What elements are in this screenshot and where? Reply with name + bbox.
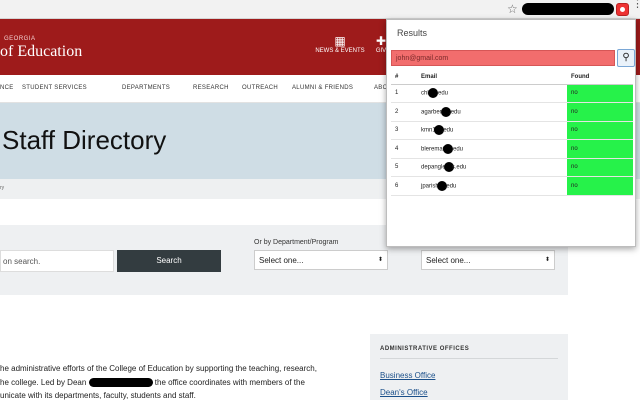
calendar-icon: ▦ — [334, 34, 346, 48]
email-input[interactable]: john@gmail.com — [391, 50, 615, 66]
star-icon[interactable]: ☆ — [507, 2, 518, 16]
deans-office-link[interactable]: Dean's Office — [380, 388, 428, 397]
nav-item-outreach[interactable]: OUTREACH — [242, 85, 278, 91]
department-select-value: Select one... — [259, 256, 304, 265]
email-suffix: .edu — [449, 109, 461, 116]
news-events-label: NEWS & EVENTS — [315, 48, 365, 54]
admin-offices-heading: ADMINISTRATIVE OFFICES — [380, 346, 470, 352]
admin-offices-box: ADMINISTRATIVE OFFICES Business Office D… — [370, 334, 568, 400]
results-table: # Email Found 1 chk .edu no 2 agarben .edu… — [391, 70, 633, 196]
row-found: no — [567, 84, 633, 103]
give-label: GIV — [375, 48, 387, 54]
search-button[interactable]: Search — [117, 250, 221, 272]
results-popup: Results john@gmail.com ⚲ # Email Found 1… — [386, 19, 636, 247]
menu-icon[interactable]: ⋮ — [632, 0, 640, 10]
breadcrumb-text[interactable]: ry — [0, 185, 4, 191]
table-row: 2 agarben .edu no — [391, 102, 633, 122]
row-num: 4 — [391, 139, 417, 159]
table-row: 1 chk .edu no — [391, 84, 633, 103]
program-select-value: Select one... — [426, 256, 471, 265]
row-email: kmn1 .edu — [417, 121, 567, 140]
col-header-found: Found — [567, 70, 633, 85]
search-input[interactable]: on search. — [0, 250, 114, 272]
nav-item-research[interactable]: RESEARCH — [193, 85, 229, 91]
table-row: 3 kmn1 .edu no — [391, 121, 633, 140]
row-email: bleremail .edu — [417, 139, 567, 159]
row-found: no — [567, 121, 633, 140]
extension-icon[interactable] — [616, 3, 629, 16]
nav-item-departments[interactable]: DEPARTMENTS — [122, 85, 170, 91]
email-suffix: .edu — [451, 146, 464, 153]
org-name[interactable]: of Education — [0, 43, 82, 61]
table-header-row: # Email Found — [391, 70, 633, 85]
department-label: Or by Department/Program — [254, 239, 339, 246]
redacted-name — [88, 377, 153, 387]
intro-paragraph: he administrative efforts of the College… — [0, 362, 340, 400]
table-row: 5 depangle s.edu no — [391, 158, 633, 177]
col-header-email: Email — [417, 70, 567, 85]
email-suffix: .edu — [436, 90, 449, 97]
intro-line-1: he administrative efforts of the College… — [0, 364, 317, 373]
nav-item-student-services[interactable]: STUDENT SERVICES — [22, 85, 87, 91]
row-email: jparish .edu — [417, 176, 567, 196]
magnifier-icon: ⚲ — [622, 52, 630, 63]
row-email: agarben .edu — [417, 102, 567, 122]
intro-line-2b: the office coordinates with members of t… — [154, 377, 305, 387]
nav-item-alumni[interactable]: ALUMNI & FRIENDS — [292, 85, 353, 91]
updown-caret-icon: ⬍ — [544, 257, 550, 263]
row-num: 3 — [391, 121, 417, 140]
divider — [380, 358, 558, 359]
news-events-link[interactable]: ▦ NEWS & EVENTS — [314, 34, 366, 55]
updown-caret-icon: ⬍ — [377, 257, 383, 263]
popup-title: Results — [397, 28, 428, 38]
search-popup-button[interactable]: ⚲ — [617, 49, 635, 67]
row-num: 6 — [391, 176, 417, 196]
row-email: depangle s.edu — [417, 158, 567, 177]
intro-line-3: unicate with its departments, faculty, s… — [0, 391, 196, 400]
email-suffix: s.edu — [451, 164, 467, 171]
table-row: 6 jparish .edu no — [391, 176, 633, 196]
row-num: 2 — [391, 102, 417, 122]
email-prefix: bleremail — [421, 146, 446, 153]
nav-item-0[interactable]: NCE — [0, 85, 14, 91]
col-header-num: # — [391, 70, 417, 85]
redacted-account — [522, 3, 614, 15]
email-prefix: depangle — [421, 164, 446, 171]
table-row: 4 bleremail .edu no — [391, 139, 633, 159]
business-office-link[interactable]: Business Office — [380, 371, 435, 380]
intro-line-2: he college. Led by Dean the office coord… — [0, 376, 340, 390]
page-title: Staff Directory — [2, 125, 167, 155]
program-select[interactable]: Select one... ⬍ — [421, 250, 555, 270]
email-suffix: .edu — [441, 127, 454, 134]
row-found: no — [567, 158, 633, 177]
row-num: 1 — [391, 84, 417, 103]
row-found: no — [567, 139, 633, 159]
row-found: no — [567, 176, 633, 196]
email-suffix: .edu — [444, 183, 457, 190]
browser-toolbar: ☆ ⋮ — [0, 0, 640, 19]
row-email: chk .edu — [417, 84, 567, 103]
intro-line-2a: he college. Led by Dean — [0, 377, 87, 387]
row-num: 5 — [391, 158, 417, 177]
email-prefix: agarben — [421, 109, 444, 116]
row-found: no — [567, 102, 633, 122]
department-select[interactable]: Select one... ⬍ — [254, 250, 388, 270]
org-small-label: GEORGIA — [4, 36, 36, 42]
